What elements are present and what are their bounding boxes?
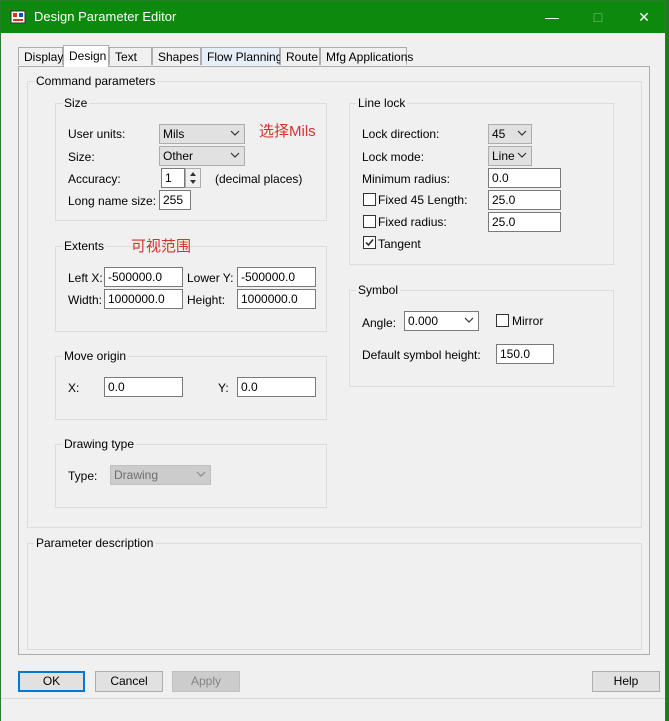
ok-button[interactable]: OK	[18, 671, 85, 692]
design-parameter-editor-window: Design Parameter Editor — □ ✕ Display De…	[0, 0, 666, 721]
mirror-checkbox[interactable]	[496, 314, 509, 327]
lower-y-label: Lower Y:	[187, 271, 234, 285]
chevron-down-icon	[230, 130, 240, 136]
drawing-type-dropdown: Drawing	[110, 465, 211, 485]
checkmark-icon	[365, 239, 374, 247]
spin-down-icon[interactable]	[186, 178, 200, 187]
status-bar	[1, 698, 665, 721]
fixed-radius-checkbox[interactable]	[363, 215, 376, 228]
angle-value: 0.000	[408, 314, 439, 328]
tab-design[interactable]: Design	[63, 45, 109, 67]
mirror-label: Mirror	[512, 314, 544, 328]
lock-mode-dropdown[interactable]: Line	[488, 146, 532, 166]
accuracy-suffix: (decimal places)	[215, 172, 303, 186]
long-name-size-input[interactable]: 255	[159, 190, 191, 210]
tangent-label: Tangent	[378, 237, 421, 251]
minimize-button[interactable]: —	[529, 1, 575, 33]
tab-shapes[interactable]: Shapes	[152, 47, 201, 65]
left-x-label: Left X:	[68, 271, 103, 285]
apply-button: Apply	[172, 671, 240, 692]
size-label: Size:	[68, 150, 95, 164]
fixed-45-length-checkbox[interactable]	[363, 193, 376, 206]
tab-text[interactable]: Text	[109, 47, 152, 65]
parameter-description-label: Parameter description	[34, 536, 156, 550]
tab-display[interactable]: Display	[18, 47, 63, 65]
symbol-group-label: Symbol	[356, 283, 401, 297]
height-label: Height:	[187, 293, 226, 307]
origin-x-input[interactable]: 0.0	[104, 377, 183, 397]
angle-label: Angle:	[362, 316, 397, 330]
user-units-dropdown[interactable]: Mils	[159, 124, 245, 144]
close-button[interactable]: ✕	[621, 1, 667, 33]
drawing-type-label: Type:	[68, 469, 98, 483]
lock-mode-label: Lock mode:	[362, 150, 425, 164]
help-button[interactable]: Help	[592, 671, 660, 692]
cancel-button[interactable]: Cancel	[95, 671, 163, 692]
fixed-45-length-label: Fixed 45 Length:	[378, 193, 468, 207]
drawing-type-value: Drawing	[114, 468, 159, 482]
maximize-button: □	[593, 9, 603, 25]
lock-mode-value: Line	[492, 149, 515, 163]
size-dropdown[interactable]: Other	[159, 146, 245, 166]
long-name-size-label: Long name size:	[68, 194, 157, 208]
chevron-down-icon	[230, 152, 240, 158]
width-input[interactable]: 1000000.0	[104, 289, 183, 309]
accuracy-label: Accuracy:	[68, 172, 121, 186]
spin-up-icon[interactable]	[186, 169, 200, 178]
tab-route[interactable]: Route	[280, 47, 320, 65]
user-units-value: Mils	[163, 127, 185, 141]
chevron-down-icon	[196, 471, 206, 477]
minimum-radius-label: Minimum radius:	[362, 172, 451, 186]
extents-annotation: 可视范围	[131, 238, 192, 255]
design-tab-panel: Command parameters Size User units: Mils…	[18, 66, 650, 655]
command-parameters-label: Command parameters	[34, 74, 158, 88]
origin-x-label: X:	[68, 381, 80, 395]
width-label: Width:	[68, 293, 103, 307]
accuracy-input[interactable]: 1	[161, 168, 185, 188]
fixed-radius-label: Fixed radius:	[378, 215, 447, 229]
height-input[interactable]: 1000000.0	[237, 289, 316, 309]
tab-mfg-applications[interactable]: Mfg Applications	[320, 47, 413, 65]
size-value: Other	[163, 149, 194, 163]
chevron-down-icon	[517, 130, 527, 136]
user-units-label: User units:	[68, 127, 126, 141]
tangent-checkbox[interactable]	[363, 236, 376, 249]
user-units-annotation: 选择Mils	[259, 123, 316, 140]
extents-group-label: Extents	[62, 239, 107, 253]
drawing-type-group-label: Drawing type	[62, 437, 137, 451]
default-symbol-height-input[interactable]: 150.0	[496, 344, 554, 364]
lock-direction-value: 45	[492, 127, 506, 141]
size-group-label: Size	[62, 96, 90, 110]
lock-direction-dropdown[interactable]: 45	[488, 124, 532, 144]
chevron-down-icon	[517, 152, 527, 158]
tab-flow-planning[interactable]: Flow Planning	[201, 47, 282, 65]
accuracy-spinner[interactable]	[185, 168, 201, 188]
origin-y-label: Y:	[218, 381, 229, 395]
symbol-group: Symbol	[349, 283, 614, 387]
app-icon	[10, 10, 26, 24]
move-origin-group-label: Move origin	[62, 349, 129, 363]
origin-y-input[interactable]: 0.0	[237, 377, 316, 397]
window-title: Design Parameter Editor	[34, 9, 177, 24]
chevron-down-icon	[464, 317, 474, 323]
angle-combobox[interactable]: 0.000	[404, 311, 479, 331]
fixed-45-length-input[interactable]: 25.0	[488, 190, 561, 210]
title-bar[interactable]: Design Parameter Editor — □ ✕	[1, 1, 665, 33]
left-x-input[interactable]: -500000.0	[104, 267, 183, 287]
fixed-radius-input[interactable]: 25.0	[488, 212, 561, 232]
line-lock-group-label: Line lock	[356, 96, 408, 110]
minimum-radius-input[interactable]: 0.0	[488, 168, 561, 188]
lock-direction-label: Lock direction:	[362, 127, 440, 141]
default-symbol-height-label: Default symbol height:	[362, 348, 481, 362]
lower-y-input[interactable]: -500000.0	[237, 267, 316, 287]
parameter-description-group: Parameter description	[27, 536, 642, 650]
